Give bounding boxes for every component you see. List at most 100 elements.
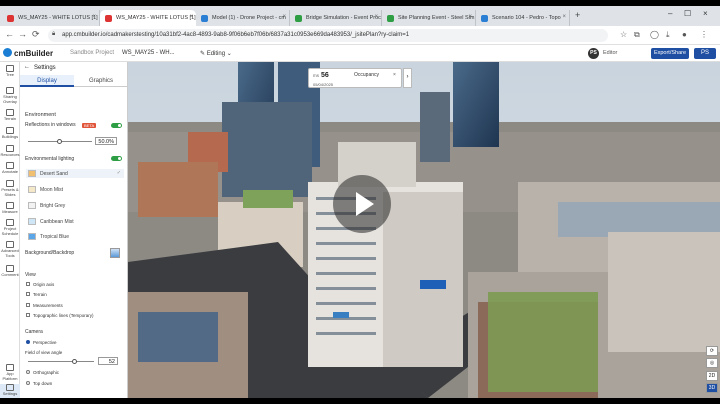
mode-selector[interactable]: ✎ Editing ⌄ <box>200 50 232 57</box>
annotate-icon <box>6 162 14 169</box>
schedule-date-card[interactable]: ms 56 05/04/2025 Occupancy × <box>308 68 402 88</box>
rail-item-buildings[interactable]: Buildings <box>0 127 20 140</box>
rail-item-tools[interactable]: Advanced Tools <box>0 241 20 258</box>
close-icon[interactable]: × <box>189 14 193 20</box>
close-icon[interactable]: × <box>468 14 472 20</box>
favicon-icon <box>295 15 302 22</box>
green-roof <box>243 190 293 208</box>
export-share-button[interactable]: Export/Share <box>651 48 689 59</box>
browser-tab[interactable]: Scenario 104 - Pedro - Topo × <box>476 10 570 26</box>
radio-top-down[interactable]: Top down <box>26 381 52 386</box>
rail-label: Buildings <box>1 134 19 139</box>
breadcrumb[interactable]: Sandbox Project <box>70 50 114 56</box>
option-terrain[interactable]: Terrain <box>26 292 47 297</box>
bus-shelter <box>333 312 349 318</box>
reflections-toggle[interactable] <box>111 123 122 128</box>
star-icon[interactable]: ☆ <box>620 30 627 39</box>
panel-tabs: Display Graphics <box>20 75 127 87</box>
tab-graphics[interactable]: Graphics <box>74 75 127 87</box>
reflections-label: Reflections in windows <box>25 122 76 128</box>
radio-perspective[interactable]: Perspective <box>26 340 57 345</box>
preset-caribbean-mist[interactable]: Caribbean Mist <box>26 217 124 226</box>
close-icon[interactable]: × <box>282 14 286 20</box>
fov-value-field[interactable]: 52 <box>98 357 118 365</box>
radio-button[interactable] <box>26 370 30 374</box>
locate-button[interactable]: ◎ <box>706 358 718 368</box>
option-measurements[interactable]: Measurements <box>26 303 63 308</box>
forward-icon[interactable]: → <box>18 29 27 39</box>
rail-label: Sharing Overlay <box>3 94 17 104</box>
comment-icon <box>6 265 14 272</box>
solar-roof <box>138 312 218 362</box>
preset-moon-mist[interactable]: Moon Mist <box>26 185 124 194</box>
rail-item-terrain[interactable]: Terrain <box>0 109 20 122</box>
play-button[interactable] <box>333 175 391 233</box>
back-arrow-icon[interactable]: ← <box>24 64 30 70</box>
close-window-icon[interactable]: × <box>703 9 708 18</box>
profile-icon[interactable]: ◯ <box>650 30 659 39</box>
tab-display[interactable]: Display <box>20 75 74 87</box>
reset-view-button[interactable]: ⟳ <box>706 346 718 356</box>
preset-label: Tropical Blue <box>40 234 69 240</box>
preset-tropical-blue[interactable]: Tropical Blue <box>26 232 124 241</box>
rail-item-tree[interactable]: Tree <box>0 65 20 78</box>
backdrop-swatch[interactable] <box>110 248 120 258</box>
project-title[interactable]: WS_MAY25 - WH... <box>122 50 175 56</box>
logo[interactable]: cmBuilder <box>3 48 53 58</box>
close-icon[interactable]: × <box>562 14 566 20</box>
browser-menu-icon[interactable]: ⋮ <box>700 30 708 39</box>
view-3d-button[interactable]: 3D <box>706 383 718 393</box>
day-counter: ms 56 <box>313 72 329 79</box>
close-icon[interactable]: × <box>92 14 96 20</box>
extensions-icon[interactable]: ⧉ <box>634 30 640 40</box>
reflection-value-field[interactable]: 50.0% <box>95 137 117 145</box>
maximize-icon[interactable]: ☐ <box>684 9 691 18</box>
close-icon[interactable]: × <box>393 72 396 78</box>
lighting-toggle[interactable] <box>111 156 122 161</box>
chevron-right-icon[interactable]: › <box>403 68 412 88</box>
fov-slider[interactable] <box>28 361 94 362</box>
rail-item-slides[interactable]: Presets & Slides <box>0 180 20 197</box>
checkbox[interactable] <box>26 292 30 296</box>
browser-tab[interactable]: Site Planning Event - Steel Sim × <box>382 10 476 26</box>
checkbox[interactable] <box>26 313 30 317</box>
favicon-icon <box>105 15 112 22</box>
checkbox[interactable] <box>26 282 30 286</box>
url-field[interactable]: 🔒︎ app.cmbuilder.io/cadmakerstesting/10a… <box>48 29 608 42</box>
fov-slider-handle[interactable] <box>72 359 77 364</box>
browser-tab[interactable]: Model (1) - Drone Project - cm × <box>196 10 290 26</box>
minimize-icon[interactable]: – <box>668 9 672 18</box>
rail-item-platform[interactable]: App Platform <box>0 364 20 381</box>
preset-bright-grey[interactable]: Bright Grey <box>26 201 124 210</box>
occupancy-label: Occupancy <box>354 72 380 78</box>
option-origin-axis[interactable]: Origin axis <box>26 282 54 287</box>
option-topographic-lines[interactable]: Topographic lines (Temporary) <box>26 313 94 318</box>
account-icon[interactable]: ● <box>682 30 687 39</box>
radio-button[interactable] <box>26 340 30 344</box>
browser-tab[interactable]: WS_MAY25 - WHITE LOTUS [1] × <box>2 10 100 26</box>
radio-orthographic[interactable]: Orthographic <box>26 370 59 375</box>
rail-item-resources[interactable]: Resources <box>0 145 20 158</box>
reload-icon[interactable]: ⟳ <box>32 29 40 40</box>
avatar[interactable]: PS <box>588 48 599 59</box>
preset-desert-sand[interactable]: Desert Sand ✓ <box>26 169 124 178</box>
rail-item-overlay[interactable]: Sharing Overlay <box>0 87 20 104</box>
rail-item-measure[interactable]: Measure <box>0 202 20 215</box>
new-tab-icon[interactable]: + <box>575 10 580 20</box>
3d-viewport[interactable]: ms 56 05/04/2025 Occupancy × › ⟳ ◎ 2D 3D <box>128 62 720 398</box>
rail-item-annotate[interactable]: Annotate <box>0 162 20 175</box>
browser-tab-active[interactable]: WS_MAY25 - WHITE LOTUS [1] × <box>100 10 196 26</box>
user-menu-button[interactable]: PS <box>694 48 716 59</box>
close-icon[interactable]: × <box>374 14 378 20</box>
rail-item-schedule[interactable]: Project Schedule <box>0 219 20 236</box>
radio-button[interactable] <box>26 381 30 385</box>
view-2d-button[interactable]: 2D <box>706 371 718 381</box>
rail-item-settings[interactable]: Settings <box>0 384 20 398</box>
reflection-slider-handle[interactable] <box>57 139 62 144</box>
back-icon[interactable]: ← <box>5 29 14 39</box>
download-icon[interactable]: ⤓ <box>666 30 670 40</box>
rail-item-comment[interactable]: Comment <box>0 265 20 278</box>
checkbox[interactable] <box>26 303 30 307</box>
tower-side <box>383 192 463 367</box>
browser-tab[interactable]: Bridge Simulation - Event Proc × <box>290 10 382 26</box>
